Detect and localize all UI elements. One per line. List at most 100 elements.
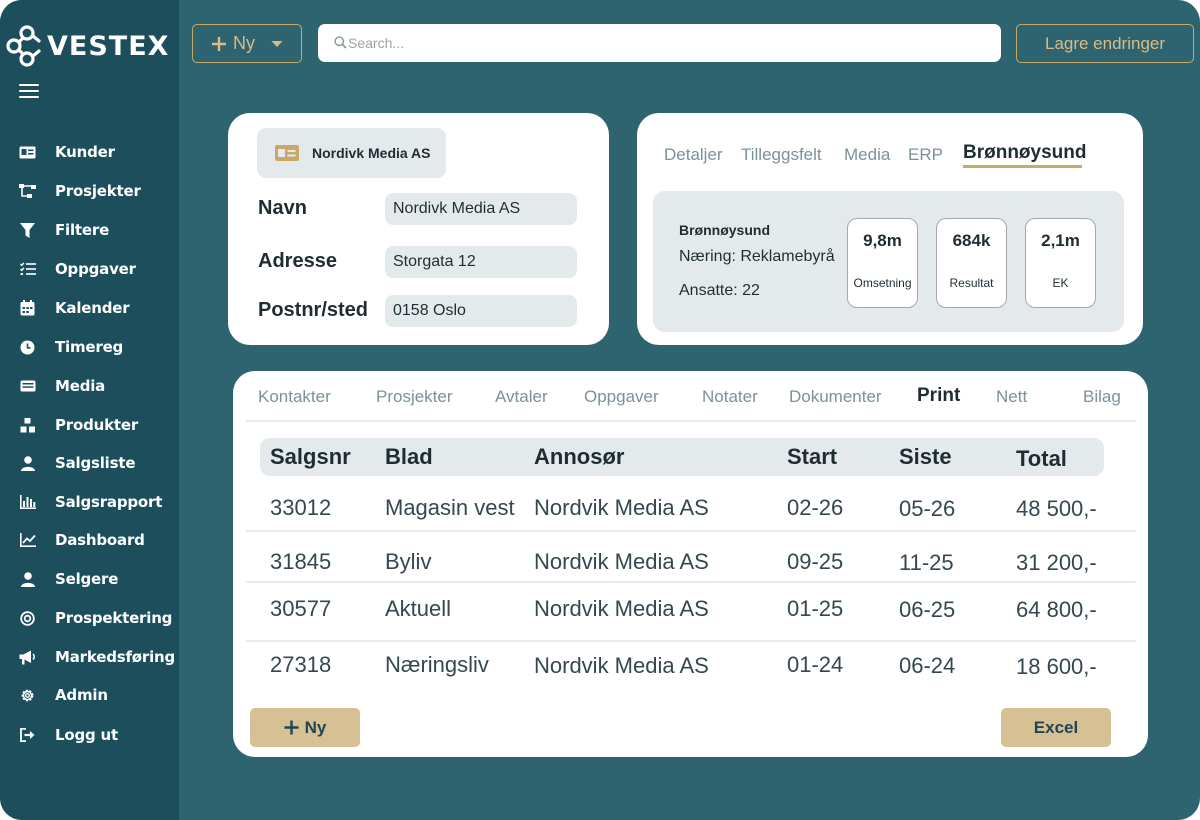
- sidebar-item-dashboard[interactable]: Dashboard: [0, 523, 179, 557]
- tab-media[interactable]: Media: [844, 145, 890, 165]
- result-stat: 684k Resultat: [936, 218, 1007, 308]
- save-changes-button[interactable]: Lagre endringer: [1016, 24, 1194, 63]
- sidebar-item-logg-ut[interactable]: Logg ut: [0, 718, 179, 752]
- sidebar-item-filtere[interactable]: Filtere: [0, 213, 179, 247]
- new-button-label: Ny: [233, 33, 255, 53]
- add-order-button[interactable]: Ny: [250, 708, 360, 747]
- company-name: Nordivk Media AS: [312, 145, 431, 161]
- address-field[interactable]: Storgata 12: [385, 246, 577, 278]
- column-header[interactable]: Salgsnr: [270, 444, 351, 470]
- contact-card-icon: [275, 145, 299, 161]
- cell-salgsnr: 33012: [270, 495, 332, 520]
- column-header[interactable]: Blad: [385, 444, 433, 470]
- line-chart-icon: [19, 532, 36, 549]
- sidebar-item-timereg[interactable]: Timereg: [0, 330, 179, 364]
- industry-text: Næring: Reklamebyrå: [679, 248, 835, 265]
- sidebar-item-label: Dashboard: [55, 531, 145, 549]
- sidebar-item-salgsrapport[interactable]: Salgsrapport: [0, 485, 179, 519]
- cell-siste: 06-24: [899, 653, 956, 678]
- sidebar-item-label: Salgsliste: [55, 454, 136, 472]
- logo-mark-icon: [6, 25, 41, 67]
- row-divider: [246, 530, 1136, 532]
- excel-export-button[interactable]: Excel: [1001, 708, 1111, 747]
- sidebar-item-label: Produkter: [55, 416, 139, 434]
- sidebar: VESTEX Kunder Prosjekter Filtere Oppgave…: [0, 0, 179, 820]
- stat-value: 9,8m: [863, 231, 902, 250]
- tab-bronnoysund[interactable]: Brønnøysund: [963, 142, 1087, 164]
- tab-nett[interactable]: Nett: [996, 387, 1027, 407]
- bar-chart-icon: [19, 494, 36, 511]
- revenue-stat: 9,8m Omsetning: [847, 218, 918, 308]
- postal-label: Postnr/sted: [258, 299, 369, 321]
- project-tree-icon: [19, 183, 36, 200]
- person-icon: [19, 455, 36, 472]
- sidebar-item-markedsforing[interactable]: Markedsføring: [0, 640, 179, 674]
- address-label: Adresse: [258, 250, 337, 272]
- sidebar-item-prosjekter[interactable]: Prosjekter: [0, 174, 179, 208]
- column-header[interactable]: Start: [787, 444, 837, 470]
- sidebar-item-oppgaver[interactable]: Oppgaver: [0, 252, 179, 286]
- sidebar-item-label: Media: [55, 377, 106, 395]
- sidebar-item-label: Timereg: [55, 338, 124, 356]
- sidebar-item-kunder[interactable]: Kunder: [0, 135, 179, 169]
- gear-icon: [19, 687, 36, 704]
- sidebar-item-kalender[interactable]: Kalender: [0, 291, 179, 325]
- tab-detaljer[interactable]: Detaljer: [664, 145, 723, 165]
- contact-card-icon: [19, 144, 36, 161]
- column-header[interactable]: Siste: [899, 444, 952, 470]
- stat-label: Resultat: [949, 276, 994, 290]
- cell-salgsnr: 30577: [270, 596, 332, 621]
- clock-icon: [19, 339, 36, 356]
- tab-print[interactable]: Print: [917, 385, 960, 407]
- cell-blad: Magasin vest: [385, 495, 515, 520]
- customer-card: Nordivk Media AS Navn Nordivk Media AS A…: [228, 113, 609, 345]
- name-field[interactable]: Nordivk Media AS: [385, 193, 577, 225]
- cell-total: 64 800,-: [1016, 597, 1097, 622]
- sidebar-item-produkter[interactable]: Produkter: [0, 408, 179, 442]
- sidebar-item-media[interactable]: Media: [0, 369, 179, 403]
- sidebar-item-label: Prosjekter: [55, 182, 141, 200]
- row-divider: [246, 640, 1136, 642]
- sidebar-item-salgsliste[interactable]: Salgsliste: [0, 446, 179, 480]
- new-dropdown-button[interactable]: Ny: [192, 24, 302, 63]
- name-label: Navn: [258, 197, 307, 219]
- equity-stat: 2,1m EK: [1025, 218, 1096, 308]
- column-header[interactable]: Annosør: [534, 444, 624, 470]
- sidebar-item-label: Selgere: [55, 570, 119, 588]
- menu-toggle-icon[interactable]: [19, 84, 39, 98]
- search-input[interactable]: [348, 24, 988, 62]
- tab-oppgaver[interactable]: Oppgaver: [584, 387, 659, 407]
- tab-bilag[interactable]: Bilag: [1083, 387, 1121, 407]
- sidebar-item-label: Salgsrapport: [55, 493, 163, 511]
- megaphone-icon: [19, 649, 36, 666]
- cell-blad: Aktuell: [385, 596, 452, 621]
- sidebar-item-selgere[interactable]: Selgere: [0, 562, 179, 596]
- cell-annonsor: Nordvik Media AS: [534, 653, 709, 678]
- cell-annonsor: Nordvik Media AS: [534, 549, 709, 574]
- sidebar-item-prospektering[interactable]: Prospektering: [0, 601, 179, 635]
- search-bar: [318, 24, 1001, 62]
- tab-erp[interactable]: ERP: [908, 145, 943, 165]
- stat-value: 2,1m: [1041, 231, 1080, 250]
- postal-field[interactable]: 0158 Oslo: [385, 295, 577, 327]
- sidebar-item-label: Filtere: [55, 221, 110, 239]
- sidebar-item-admin[interactable]: Admin: [0, 678, 179, 712]
- target-icon: [19, 610, 36, 627]
- cell-annonsor: Nordvik Media AS: [534, 495, 709, 520]
- bronnoysund-title: Brønnøysund: [679, 222, 770, 238]
- tab-dokumenter[interactable]: Dokumenter: [789, 387, 882, 407]
- tab-notater[interactable]: Notater: [702, 387, 758, 407]
- logo: VESTEX: [6, 24, 169, 68]
- app-window: VESTEX Kunder Prosjekter Filtere Oppgave…: [0, 0, 1200, 820]
- tab-prosjekter[interactable]: Prosjekter: [376, 387, 453, 407]
- column-header[interactable]: Total: [1016, 446, 1067, 472]
- table-header: Salgsnr Blad Annosør Start Siste Total: [260, 438, 1104, 476]
- tab-avtaler[interactable]: Avtaler: [495, 387, 548, 407]
- cell-start: 01-24: [787, 652, 844, 677]
- company-chip: Nordivk Media AS: [257, 128, 446, 178]
- tab-tilleggsfelt[interactable]: Tilleggsfelt: [741, 145, 822, 165]
- cell-siste: 06-25: [899, 597, 956, 622]
- tab-kontakter[interactable]: Kontakter: [258, 387, 331, 407]
- sidebar-item-label: Markedsføring: [55, 648, 176, 666]
- cell-annonsor: Nordvik Media AS: [534, 596, 709, 621]
